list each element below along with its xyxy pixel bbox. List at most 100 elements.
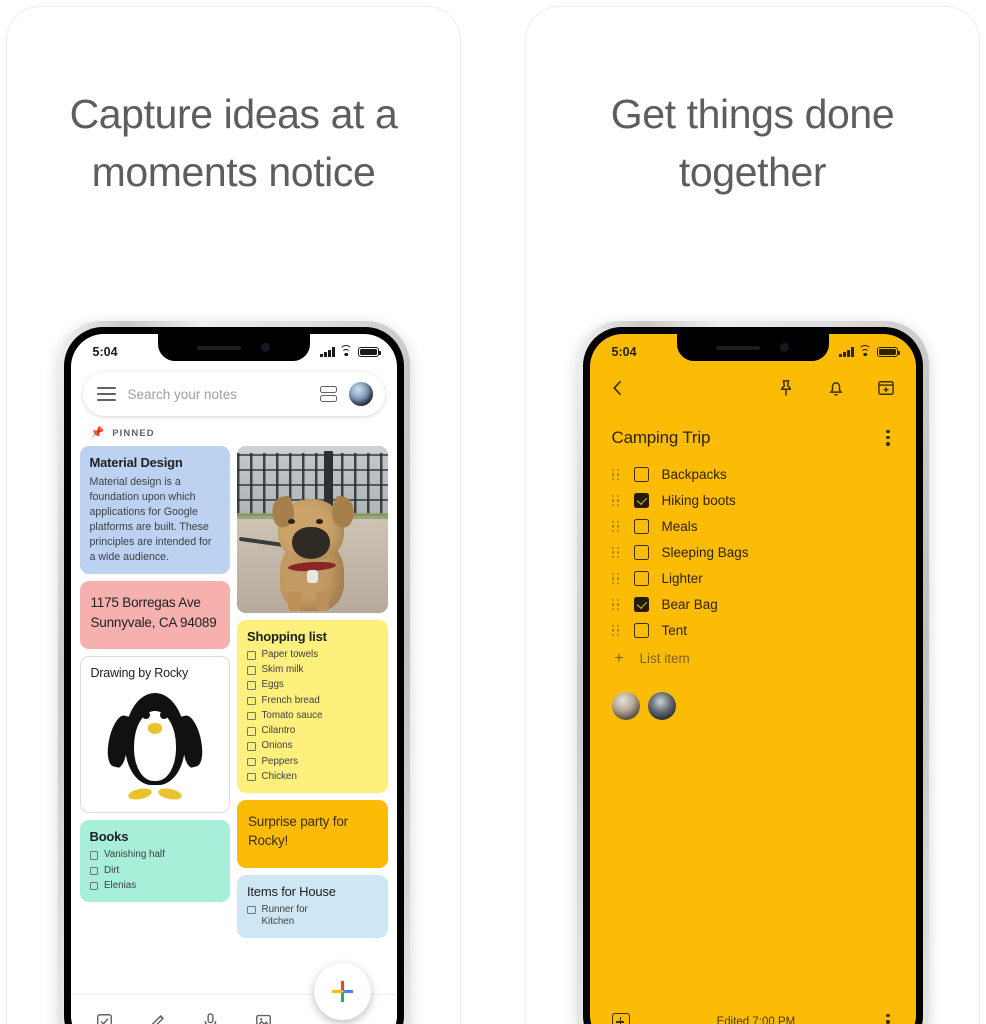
checklist-item[interactable]: Skim milk xyxy=(247,664,378,677)
collaborator-avatars xyxy=(590,674,916,720)
drag-handle-icon[interactable] xyxy=(611,624,621,637)
checklist-item-label: Meals xyxy=(661,519,698,535)
checklist-item[interactable]: Hiking boots xyxy=(590,488,916,514)
checklist-item-label: Elenias xyxy=(104,879,137,891)
checklist-item[interactable]: Tent xyxy=(590,618,916,644)
panel-headline: Capture ideas at a moments notice xyxy=(69,91,398,196)
cellular-signal-icon xyxy=(320,347,335,358)
search-input[interactable]: Search your notes xyxy=(128,387,308,402)
add-box-icon[interactable] xyxy=(611,1013,630,1024)
checklist-item[interactable]: Dirt xyxy=(89,865,221,878)
avatar[interactable] xyxy=(647,691,676,720)
checklist-item[interactable]: French bread xyxy=(247,695,378,708)
kebab-menu-icon[interactable] xyxy=(882,1010,893,1024)
pen-icon[interactable] xyxy=(148,1012,167,1024)
microphone-icon[interactable] xyxy=(201,1012,220,1024)
note-card-drawing[interactable]: Drawing by Rocky xyxy=(79,656,230,814)
drag-handle-icon[interactable] xyxy=(611,468,621,481)
checkbox-icon[interactable] xyxy=(247,727,256,736)
image-icon[interactable] xyxy=(254,1012,273,1024)
new-note-fab[interactable] xyxy=(313,963,371,1020)
checklist-item[interactable]: Lighter xyxy=(590,566,916,592)
checkbox-icon[interactable] xyxy=(247,757,256,767)
checklist-item[interactable]: Backpacks xyxy=(590,462,916,488)
checklist-item[interactable]: Meals xyxy=(590,514,916,540)
checkbox-icon[interactable] xyxy=(633,597,649,613)
checklist-item[interactable]: Sleeping Bags xyxy=(590,540,916,566)
kebab-menu-icon[interactable] xyxy=(882,426,893,450)
pin-icon[interactable] xyxy=(776,378,796,398)
checkbox-icon[interactable] xyxy=(89,851,98,860)
checkbox-icon[interactable] xyxy=(247,772,256,782)
notes-grid: Material Design Material design is a fou… xyxy=(71,446,397,939)
checklist-item[interactable]: Tomato sauce xyxy=(247,710,378,723)
checklist-icon[interactable] xyxy=(95,1012,114,1024)
checklist-item[interactable]: Peppers xyxy=(247,756,378,769)
checklist-item-label: Runner for Kitchen xyxy=(261,903,308,928)
checklist-item[interactable]: Runner for Kitchen xyxy=(247,904,378,929)
checklist-item-label: Vanishing half xyxy=(104,849,165,861)
note-card-address[interactable]: 1175 Borregas Ave Sunnyvale, CA 94089 xyxy=(79,581,230,650)
search-bar[interactable]: Search your notes xyxy=(82,372,385,416)
checklist-item[interactable]: Chicken xyxy=(247,771,378,784)
drag-handle-icon[interactable] xyxy=(611,572,621,585)
checkbox-icon[interactable] xyxy=(247,742,256,751)
checkbox-icon[interactable] xyxy=(89,866,98,876)
list-view-toggle-icon[interactable] xyxy=(319,386,337,402)
checkbox-icon[interactable] xyxy=(633,623,649,639)
add-list-item-label: List item xyxy=(639,651,690,667)
avatar[interactable] xyxy=(611,691,640,720)
checklist-item-label: Eggs xyxy=(261,679,284,691)
checklist-item[interactable]: Elenias xyxy=(89,879,221,893)
checkbox-icon[interactable] xyxy=(247,696,256,706)
note-body: Material design is a foundation upon whi… xyxy=(89,476,212,564)
note-card-surprise-party[interactable]: Surprise party for Rocky! xyxy=(237,799,388,868)
checklist-item-label: Chicken xyxy=(261,770,297,782)
drag-handle-icon[interactable] xyxy=(611,494,621,507)
drag-handle-icon[interactable] xyxy=(611,598,621,611)
status-indicators xyxy=(320,345,381,358)
checkbox-icon[interactable] xyxy=(633,519,649,535)
archive-icon[interactable] xyxy=(876,378,896,398)
bell-icon[interactable] xyxy=(826,378,846,398)
add-list-item-row[interactable]: + List item xyxy=(590,644,916,674)
hamburger-menu-icon[interactable] xyxy=(96,387,116,401)
front-camera xyxy=(261,343,270,352)
note-card-items-for-house[interactable]: Items for House Runner for Kitchen xyxy=(237,874,388,939)
note-card-books[interactable]: Books Vanishing half Dirt Elenias xyxy=(79,820,230,902)
battery-icon xyxy=(876,346,900,358)
checkbox-icon[interactable] xyxy=(247,651,256,660)
checkbox-icon[interactable] xyxy=(633,571,649,587)
phone-bezel: 5:04 Search your notes 📌 PINNED Material… xyxy=(63,327,404,1024)
edited-timestamp: Edited 7:00 PM xyxy=(716,1016,796,1024)
back-arrow-icon[interactable] xyxy=(608,378,628,398)
drag-handle-icon[interactable] xyxy=(611,520,621,533)
checkbox-icon[interactable] xyxy=(247,905,256,915)
checklist-item-label: Tent xyxy=(661,623,688,639)
drag-handle-icon[interactable] xyxy=(611,546,621,559)
checklist-item[interactable]: Eggs xyxy=(247,679,378,692)
checklist-item[interactable]: Bear Bag xyxy=(590,592,916,618)
checkbox-icon[interactable] xyxy=(633,545,649,561)
note-card-dog-photo[interactable] xyxy=(237,446,388,613)
checklist-item[interactable]: Onions xyxy=(247,740,378,753)
checklist-item-label: Onions xyxy=(261,740,293,752)
checkbox-icon[interactable] xyxy=(89,881,98,891)
note-card-shopping-list[interactable]: Shopping list Paper towels Skim milk Egg… xyxy=(237,620,388,793)
note-title[interactable]: Camping Trip xyxy=(612,428,711,448)
checkbox-icon[interactable] xyxy=(247,666,256,675)
pin-icon: 📌 xyxy=(90,427,105,439)
phone-bezel: 5:04 Camping Trip Backpacks Hiking boots… xyxy=(582,327,923,1024)
note-title: Material Design xyxy=(89,455,183,470)
promo-panel-capture-ideas: Capture ideas at a moments notice 5:04 S… xyxy=(6,6,461,1024)
note-title: Shopping list xyxy=(247,629,327,644)
checklist-item[interactable]: Paper towels xyxy=(247,649,378,662)
checkbox-icon[interactable] xyxy=(633,467,649,483)
checkbox-icon[interactable] xyxy=(633,493,649,509)
note-card-material-design[interactable]: Material Design Material design is a fou… xyxy=(79,446,230,575)
checklist-item[interactable]: Cilantro xyxy=(247,725,378,738)
checkbox-icon[interactable] xyxy=(247,681,256,690)
account-avatar[interactable] xyxy=(348,382,373,406)
checklist-item[interactable]: Vanishing half xyxy=(89,849,221,862)
checkbox-icon[interactable] xyxy=(247,711,256,721)
